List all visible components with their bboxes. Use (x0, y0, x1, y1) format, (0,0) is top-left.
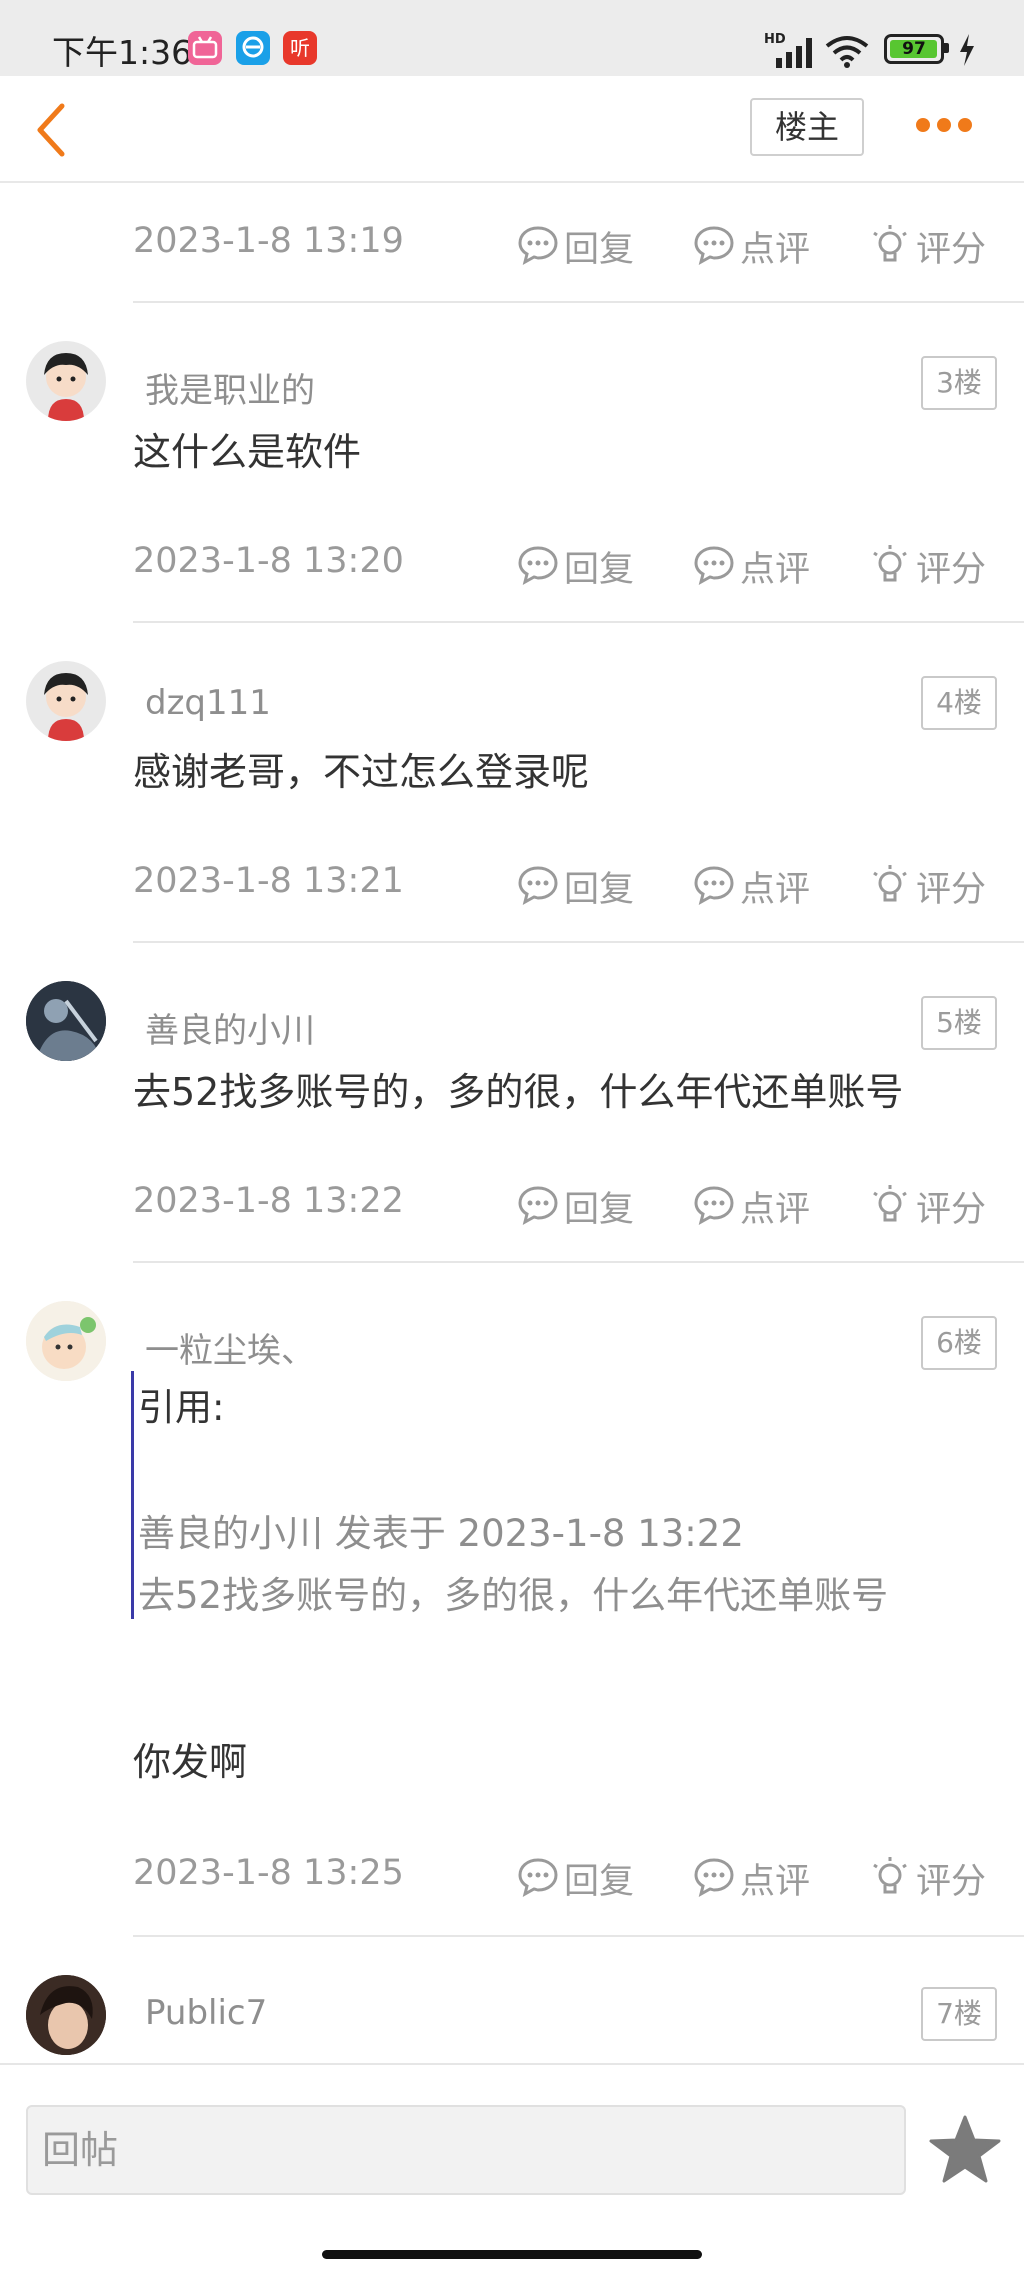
back-arrow-icon[interactable] (30, 100, 74, 160)
rate-label: 评分 (916, 1862, 987, 1902)
username[interactable]: dzq111 (145, 683, 271, 723)
battery-tip (944, 43, 949, 53)
owner-only-button[interactable]: 楼主 (750, 98, 864, 156)
lightbulb-icon (873, 1857, 907, 1894)
avatar[interactable] (26, 1975, 106, 2055)
quote-bar (131, 1371, 134, 1619)
comment-bubble-icon (694, 226, 734, 265)
avatar[interactable] (26, 1301, 106, 1381)
reply-label: 回复 (564, 1862, 635, 1902)
lightbulb-icon (873, 1185, 907, 1222)
comment-bubble-icon (694, 866, 734, 905)
post-date: 2023-1-8 13:22 (133, 1181, 404, 1221)
post-divider (133, 941, 1024, 943)
bilibili-app-icon (188, 31, 222, 65)
lightbulb-icon (873, 865, 907, 902)
ting-app-icon: 听 (283, 31, 317, 65)
floor-badge: 3楼 (921, 356, 997, 410)
reply-label: 回复 (564, 870, 635, 910)
post-content: 你发啊 (133, 1740, 248, 1784)
comment-label: 点评 (740, 550, 811, 590)
post-divider (133, 1261, 1024, 1263)
reply-bubble-icon (518, 866, 558, 905)
reply-bubble-icon (518, 226, 558, 265)
post-list: 2023-1-8 13:19 回复 点评 评分 我是职业的 3楼 这什么是软件 … (0, 183, 1024, 2063)
username[interactable]: 一粒尘埃、 (145, 1323, 315, 1372)
more-dots-icon[interactable] (914, 110, 974, 140)
floor-badge: 7楼 (921, 1987, 997, 2041)
reply-input[interactable] (26, 2105, 906, 2195)
comment-label: 点评 (740, 1190, 811, 1230)
cellular-signal-icon (776, 38, 812, 68)
quote-heading: 引用: (138, 1386, 225, 1429)
comment-bubble-icon (694, 1186, 734, 1225)
ele-me-app-icon (236, 31, 270, 65)
post-date: 2023-1-8 13:20 (133, 541, 404, 581)
battery-icon: 97 (884, 34, 944, 64)
post-divider (133, 301, 1024, 303)
rate-label: 评分 (916, 870, 987, 910)
rate-label: 评分 (916, 230, 987, 270)
status-bar: 下午1:36 听 HD 97 (0, 0, 1024, 76)
home-indicator[interactable] (322, 2250, 702, 2259)
quote-author-line: 善良的小川 发表于 2023-1-8 13:22 (138, 1512, 744, 1555)
post-date: 2023-1-8 13:21 (133, 861, 404, 901)
comment-bubble-icon (694, 546, 734, 585)
floor-badge: 6楼 (921, 1316, 997, 1370)
reply-bubble-icon (518, 546, 558, 585)
nav-bar: 楼主 (0, 76, 1024, 183)
username[interactable]: Public7 (145, 1993, 267, 2033)
comment-bubble-icon (694, 1858, 734, 1897)
post-content: 感谢老哥，不过怎么登录呢 (133, 750, 590, 794)
reply-label: 回复 (564, 230, 635, 270)
wifi-icon (825, 36, 869, 68)
star-icon[interactable] (928, 2113, 1002, 2187)
post-divider (133, 1935, 1024, 1937)
floor-badge: 4楼 (921, 676, 997, 730)
post-divider (133, 621, 1024, 623)
comment-label: 点评 (740, 1862, 811, 1902)
reply-label: 回复 (564, 550, 635, 590)
post-date: 2023-1-8 13:25 (133, 1853, 404, 1893)
charging-bolt-icon (960, 34, 974, 66)
username[interactable]: 我是职业的 (145, 363, 315, 412)
battery-level: 97 (902, 39, 926, 59)
floor-badge: 5楼 (921, 996, 997, 1050)
comment-label: 点评 (740, 230, 811, 270)
status-time: 下午1:36 (52, 33, 193, 72)
username[interactable]: 善良的小川 (145, 1003, 315, 1052)
lightbulb-icon (873, 225, 907, 262)
avatar[interactable] (26, 661, 106, 741)
post-content: 这什么是软件 (133, 430, 362, 474)
avatar[interactable] (26, 981, 106, 1061)
quote-text: 去52找多账号的，多的很，什么年代还单账号 (138, 1574, 889, 1617)
comment-label: 点评 (740, 870, 811, 910)
reply-bubble-icon (518, 1186, 558, 1225)
rate-label: 评分 (916, 1190, 987, 1230)
post-date: 2023-1-8 13:19 (133, 221, 404, 261)
reply-bubble-icon (518, 1858, 558, 1897)
post-content: 去52找多账号的，多的很，什么年代还单账号 (133, 1070, 904, 1114)
avatar[interactable] (26, 341, 106, 421)
rate-label: 评分 (916, 550, 987, 590)
reply-label: 回复 (564, 1190, 635, 1230)
lightbulb-icon (873, 545, 907, 582)
bottom-reply-bar (0, 2063, 1024, 2278)
